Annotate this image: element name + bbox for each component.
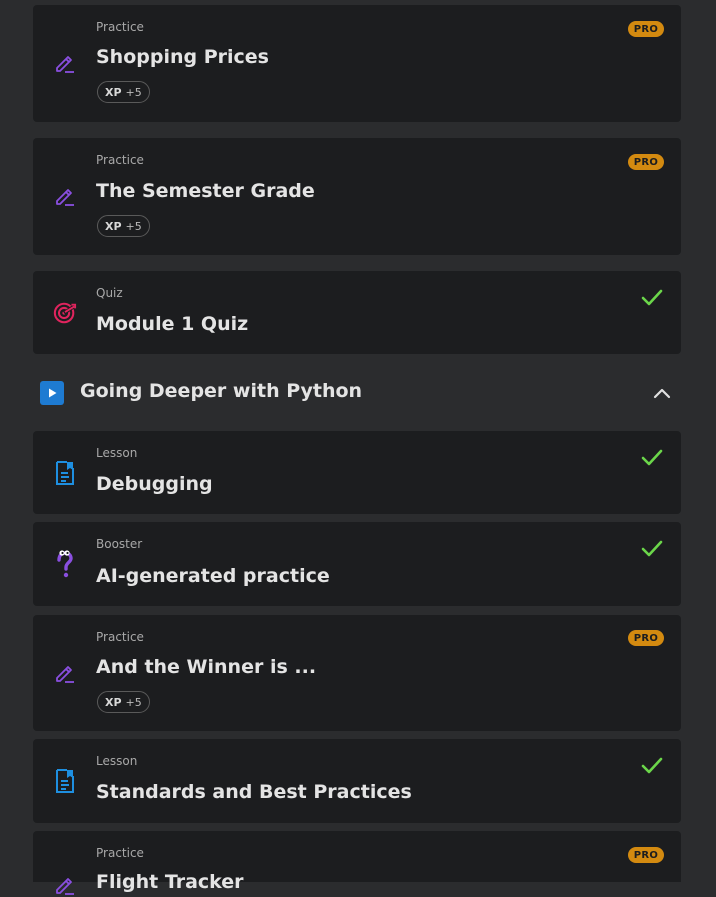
play-icon xyxy=(40,381,64,405)
xp-badge: XP +5 xyxy=(97,81,150,103)
pro-badge: PRO xyxy=(628,21,664,37)
list-item[interactable]: Practice The Semester Grade PRO XP +5 xyxy=(33,138,681,255)
pro-badge: PRO xyxy=(628,154,664,170)
xp-label: XP xyxy=(105,85,122,99)
item-title: The Semester Grade xyxy=(96,180,315,202)
xp-label: XP xyxy=(105,219,122,233)
xp-value: +5 xyxy=(125,219,142,233)
xp-value: +5 xyxy=(125,85,142,99)
pencil-icon xyxy=(53,51,77,75)
section-title: Going Deeper with Python xyxy=(80,380,363,402)
checkmark-icon xyxy=(641,289,663,306)
checkmark-icon xyxy=(641,757,663,774)
item-category: Practice xyxy=(96,153,144,167)
pro-badge: PRO xyxy=(628,847,664,863)
pencil-icon xyxy=(53,873,77,897)
pencil-icon xyxy=(53,661,77,685)
item-category: Booster xyxy=(96,537,143,551)
target-icon xyxy=(53,301,77,325)
xp-badge: XP +5 xyxy=(97,215,150,237)
list-item[interactable]: Practice And the Winner is ... PRO XP +5 xyxy=(33,615,681,731)
item-title: Module 1 Quiz xyxy=(96,313,249,335)
item-title: And the Winner is ... xyxy=(96,656,317,678)
item-title: Shopping Prices xyxy=(96,46,269,68)
section-header[interactable]: Going Deeper with Python xyxy=(40,380,680,406)
list-item[interactable]: Lesson Debugging xyxy=(33,431,681,514)
item-category: Practice xyxy=(96,846,144,860)
lesson-doc-icon xyxy=(53,461,77,485)
chevron-up-icon[interactable] xyxy=(652,384,672,402)
list-item[interactable]: Practice Shopping Prices PRO XP +5 xyxy=(33,5,681,122)
pro-badge: PRO xyxy=(628,630,664,646)
xp-badge: XP +5 xyxy=(97,691,150,713)
xp-value: +5 xyxy=(125,695,142,709)
item-category: Lesson xyxy=(96,446,138,460)
list-item[interactable]: Practice Flight Tracker PRO xyxy=(33,831,681,895)
item-title: Flight Tracker xyxy=(96,871,244,893)
checkmark-icon xyxy=(641,449,663,466)
lesson-doc-icon xyxy=(53,769,77,793)
list-item[interactable]: Quiz Module 1 Quiz xyxy=(33,271,681,354)
item-category: Practice xyxy=(96,630,144,644)
item-title: AI-generated practice xyxy=(96,565,330,587)
checkmark-icon xyxy=(641,540,663,557)
question-mark-icon xyxy=(53,550,77,578)
pencil-icon xyxy=(53,184,77,208)
item-category: Lesson xyxy=(96,754,138,768)
item-category: Practice xyxy=(96,20,144,34)
item-category: Quiz xyxy=(96,286,123,300)
item-title: Debugging xyxy=(96,473,213,495)
item-title: Standards and Best Practices xyxy=(96,781,412,803)
xp-label: XP xyxy=(105,695,122,709)
list-item[interactable]: Booster AI-generated practice xyxy=(33,522,681,606)
list-item[interactable]: Lesson Standards and Best Practices xyxy=(33,739,681,823)
